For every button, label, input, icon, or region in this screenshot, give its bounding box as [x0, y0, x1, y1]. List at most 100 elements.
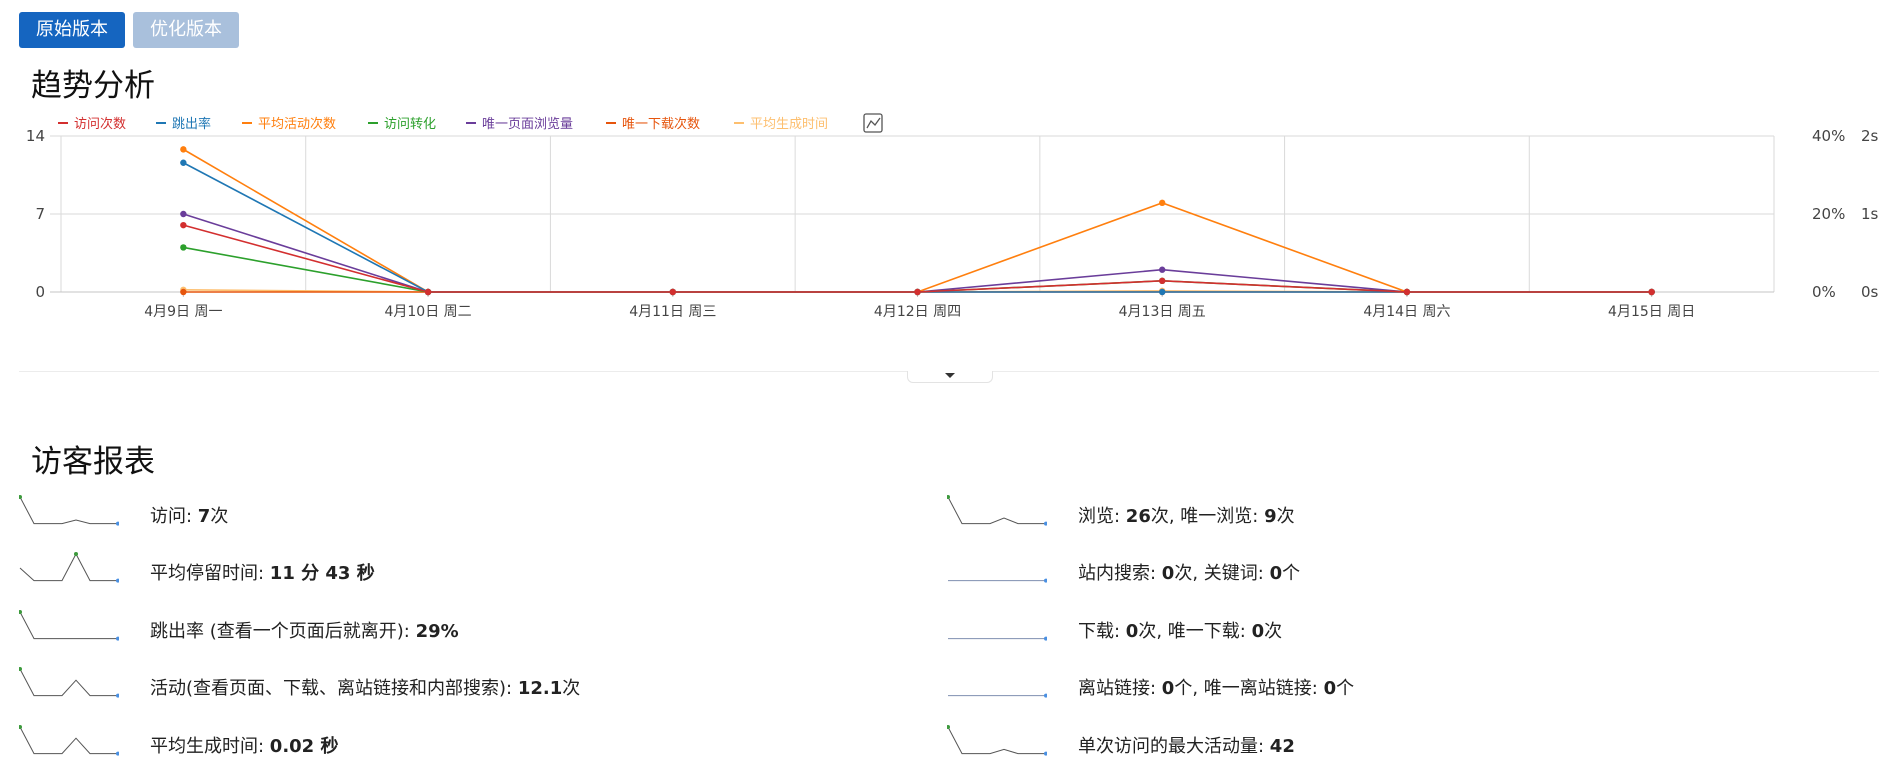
metric-label: 个: [1336, 678, 1355, 699]
legend-label: 访问次数: [74, 116, 126, 132]
metric-label: 次: [1264, 621, 1283, 642]
sparkline-end-dot: [116, 693, 119, 698]
sparkline-end-dot: [116, 636, 119, 641]
chart-type-icon[interactable]: [863, 113, 883, 133]
metric-value: 42: [1269, 736, 1295, 757]
sparkline[interactable]: [19, 494, 119, 528]
legend-item[interactable]: 唯一下载次数: [606, 116, 700, 132]
metric-text: 访问: 7次: [150, 502, 228, 528]
sparkline-end-dot: [1044, 751, 1047, 756]
series-line: [183, 224, 1652, 293]
legend-item[interactable]: 平均生成时间: [734, 117, 828, 132]
sparkline-path: [19, 668, 118, 697]
metric-label: 浏览:: [1078, 506, 1126, 527]
y-tick-right-seconds: 0s: [1861, 283, 1879, 301]
metric-value: 0: [1251, 621, 1265, 642]
sparkline-path: [19, 611, 118, 640]
data-point: [424, 288, 432, 296]
y-tick-left: 14: [26, 127, 45, 145]
metric-value: 0: [1161, 563, 1175, 584]
legend-item[interactable]: 平均活动次数: [242, 116, 336, 132]
sparkline[interactable]: [947, 609, 1047, 643]
data-point: [1648, 288, 1655, 296]
sparkline[interactable]: [947, 724, 1047, 758]
metric-text: 平均生成时间: 0.02 秒: [150, 732, 338, 758]
collapse-toggle[interactable]: [907, 371, 993, 383]
original-version-button[interactable]: 原始版本: [19, 12, 125, 48]
legend-item[interactable]: 跳出率: [156, 116, 211, 132]
visitor-metric-row: 跳出率 (查看一个页面后就离开): 29%: [19, 609, 819, 649]
legend-label: 唯一页面浏览量: [482, 116, 573, 132]
sparkline-end-dot: [1044, 636, 1047, 641]
optimized-version-button[interactable]: 优化版本: [133, 12, 239, 48]
metric-label: 次, 关键词:: [1174, 563, 1270, 584]
data-point: [1159, 199, 1166, 207]
sparkline[interactable]: [947, 551, 1047, 585]
x-tick-label: 4月15日 周日: [1608, 304, 1695, 320]
legend-label: 访问转化: [384, 117, 436, 132]
metric-label: 次: [210, 506, 229, 527]
chevron-down-icon: [945, 373, 955, 378]
data-point: [180, 210, 187, 218]
x-tick-label: 4月14日 周六: [1363, 304, 1450, 320]
visitor-metric-row: 站内搜索: 0次, 关键词: 0个: [947, 551, 1747, 591]
data-point: [180, 159, 187, 166]
metric-value: 0: [1125, 621, 1139, 642]
legend-item[interactable]: 访问转化: [368, 117, 436, 132]
legend-item[interactable]: 访问次数: [58, 116, 126, 132]
legend-label: 平均活动次数: [258, 116, 336, 132]
data-point: [180, 221, 187, 229]
data-point: [1403, 288, 1411, 296]
metric-value: 29%: [415, 621, 459, 642]
legend-item[interactable]: 唯一页面浏览量: [466, 116, 573, 132]
y-tick-left: 7: [35, 205, 45, 223]
data-point: [914, 288, 921, 296]
metric-label: 平均停留时间:: [150, 563, 270, 584]
visitor-metric-row: 平均生成时间: 0.02 秒: [19, 724, 819, 764]
sparkline-max-dot: [19, 667, 22, 671]
metric-text: 单次访问的最大活动量: 42: [1078, 732, 1295, 758]
metric-label: 站内搜索:: [1078, 563, 1162, 584]
data-point: [180, 244, 187, 251]
visitor-metric-row: 平均停留时间: 11 分 43 秒: [19, 551, 819, 591]
metric-value: 12.1: [517, 678, 563, 699]
data-point: [180, 146, 187, 153]
sparkline[interactable]: [19, 609, 119, 643]
sparkline-end-dot: [1044, 693, 1047, 698]
sparkline[interactable]: [19, 551, 119, 585]
sparkline-max-dot: [74, 552, 78, 556]
series-line: [182, 148, 1652, 293]
visitor-metric-row: 离站链接: 0个, 唯一离站链接: 0个: [947, 666, 1747, 706]
x-tick-label: 4月11日 周三: [629, 304, 716, 320]
visitor-metric-row: 下载: 0次, 唯一下载: 0次: [947, 609, 1747, 649]
sparkline-path: [19, 726, 118, 755]
sparkline[interactable]: [19, 724, 119, 758]
sparkline[interactable]: [19, 666, 119, 700]
metric-value: 0: [1323, 678, 1337, 699]
metric-value: 7: [197, 506, 211, 527]
sparkline-max-dot: [19, 495, 22, 499]
metric-text: 下载: 0次, 唯一下载: 0次: [1078, 617, 1282, 643]
metric-value: 0: [1269, 563, 1283, 584]
metric-label: 平均生成时间:: [150, 736, 270, 757]
sparkline-end-dot: [1044, 521, 1047, 526]
metric-label: 个: [1282, 563, 1301, 584]
sparkline-end-dot: [116, 521, 119, 526]
sparkline[interactable]: [947, 666, 1047, 700]
sparkline-path: [19, 496, 118, 525]
legend-label: 唯一下载次数: [622, 116, 700, 132]
sparkline-path: [19, 552, 118, 582]
metric-value: 11 分 43 秒: [269, 563, 375, 584]
metric-label: 离站链接:: [1078, 678, 1162, 699]
visitor-metric-row: 活动(查看页面、下载、离站链接和内部搜索): 12.1次: [19, 666, 819, 706]
sparkline-max-dot: [19, 610, 22, 614]
sparkline-end-dot: [1044, 578, 1047, 583]
sparkline[interactable]: [947, 494, 1047, 528]
metric-label: 次, 唯一浏览:: [1150, 506, 1265, 527]
sparkline-end-dot: [116, 578, 119, 583]
trend-analysis-title: 趋势分析: [31, 68, 155, 104]
x-tick-label: 4月9日 周一: [144, 304, 222, 320]
metric-text: 离站链接: 0个, 唯一离站链接: 0个: [1078, 674, 1354, 700]
metric-text: 站内搜索: 0次, 关键词: 0个: [1078, 559, 1300, 585]
metric-text: 活动(查看页面、下载、离站链接和内部搜索): 12.1次: [150, 674, 580, 700]
